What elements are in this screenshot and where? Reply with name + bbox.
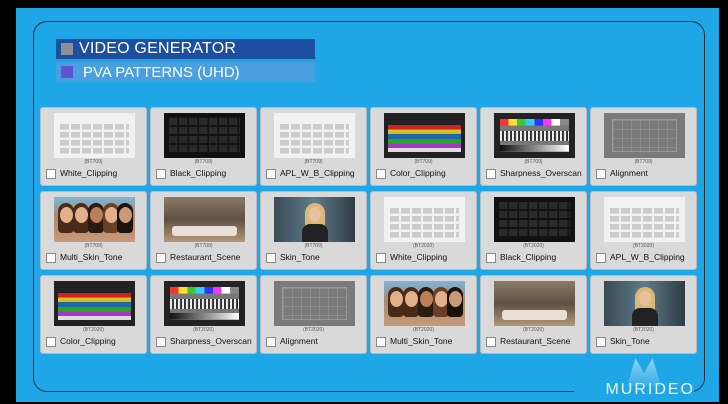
pattern-tile[interactable]: (BT709) Color_Clipping xyxy=(370,107,477,186)
pattern-thumbnail[interactable] xyxy=(164,281,245,326)
pattern-checkbox[interactable] xyxy=(596,169,606,179)
pattern-checkbox[interactable] xyxy=(46,253,56,263)
pattern-label: Multi_Skin_Tone xyxy=(60,252,123,262)
color-standard-label: (BT709) xyxy=(304,243,323,249)
pattern-thumbnail[interactable] xyxy=(494,113,575,158)
pattern-label: Multi_Skin_Tone xyxy=(390,336,453,346)
pattern-tile[interactable]: (BT2020) Sharpness_Overscan xyxy=(150,275,257,354)
pattern-thumbnail[interactable] xyxy=(494,281,575,326)
pattern-tile[interactable]: (BT2020) Restaurant_Scene xyxy=(480,275,587,354)
pattern-label: Skin_Tone xyxy=(280,252,320,262)
pattern-tile[interactable]: (BT2020) Alignment xyxy=(260,275,367,354)
header-subtitle-bar: PVA PATTERNS (UHD) xyxy=(56,62,315,82)
header-title-bar: VIDEO GENERATOR xyxy=(56,39,315,59)
color-standard-label: (BT709) xyxy=(84,159,103,165)
color-standard-label: (BT2020) xyxy=(523,243,544,249)
color-standard-label: (BT2020) xyxy=(83,327,104,333)
pattern-thumbnail[interactable] xyxy=(494,197,575,242)
pattern-tile[interactable]: (BT709) Sharpness_Overscan xyxy=(480,107,587,186)
pattern-thumbnail[interactable] xyxy=(384,281,465,326)
pattern-tile[interactable]: (BT2020) Color_Clipping xyxy=(40,275,147,354)
pattern-label: Alignment xyxy=(610,168,648,178)
color-standard-label: (BT709) xyxy=(414,159,433,165)
subtitle-square-icon xyxy=(61,66,73,78)
color-standard-label: (BT2020) xyxy=(413,327,434,333)
pattern-label: Sharpness_Overscan xyxy=(500,168,582,178)
pattern-thumbnail[interactable] xyxy=(54,197,135,242)
pattern-tile[interactable]: (BT709) Black_Clipping xyxy=(150,107,257,186)
pattern-thumbnail[interactable] xyxy=(384,113,465,158)
pattern-checkbox[interactable] xyxy=(156,169,166,179)
pattern-label: Color_Clipping xyxy=(60,336,116,346)
pattern-label: Black_Clipping xyxy=(500,252,557,262)
pattern-thumbnail[interactable] xyxy=(274,281,355,326)
color-standard-label: (BT2020) xyxy=(193,327,214,333)
pattern-checkbox[interactable] xyxy=(486,169,496,179)
pattern-tile[interactable]: (BT709) Skin_Tone xyxy=(260,191,367,270)
pattern-checkbox[interactable] xyxy=(486,337,496,347)
pattern-thumbnail[interactable] xyxy=(384,197,465,242)
pattern-checkbox[interactable] xyxy=(376,253,386,263)
color-standard-label: (BT2020) xyxy=(633,327,654,333)
pattern-grid: (BT709) White_Clipping (BT709) Black_Clippi… xyxy=(40,107,700,354)
pattern-tile[interactable]: (BT709) White_Clipping xyxy=(40,107,147,186)
pattern-checkbox[interactable] xyxy=(46,337,56,347)
pattern-checkbox[interactable] xyxy=(266,253,276,263)
pattern-label: White_Clipping xyxy=(390,252,448,262)
pattern-checkbox[interactable] xyxy=(266,169,276,179)
pattern-thumbnail[interactable] xyxy=(274,197,355,242)
pattern-tile[interactable]: (BT709) Alignment xyxy=(590,107,697,186)
color-standard-label: (BT2020) xyxy=(633,243,654,249)
color-standard-label: (BT2020) xyxy=(523,327,544,333)
pattern-thumbnail[interactable] xyxy=(54,113,135,158)
pattern-label: Color_Clipping xyxy=(390,168,446,178)
pattern-checkbox[interactable] xyxy=(156,337,166,347)
pattern-checkbox[interactable] xyxy=(376,337,386,347)
color-standard-label: (BT709) xyxy=(194,159,213,165)
pattern-tile[interactable]: (BT709) Multi_Skin_Tone xyxy=(40,191,147,270)
pattern-thumbnail[interactable] xyxy=(164,197,245,242)
pattern-tile[interactable]: (BT2020) Multi_Skin_Tone xyxy=(370,275,477,354)
pattern-label: APL_W_B_Clipping xyxy=(280,168,355,178)
pattern-label: Alignment xyxy=(280,336,318,346)
pattern-thumbnail[interactable] xyxy=(604,281,685,326)
pattern-label: Restaurant_Scene xyxy=(170,252,241,262)
pattern-tile[interactable]: (BT2020) APL_W_B_Clipping xyxy=(590,191,697,270)
pattern-label: Skin_Tone xyxy=(610,336,650,346)
pattern-label: Black_Clipping xyxy=(170,168,227,178)
color-standard-label: (BT709) xyxy=(194,243,213,249)
pattern-tile[interactable]: (BT2020) Black_Clipping xyxy=(480,191,587,270)
pattern-label: Restaurant_Scene xyxy=(500,336,571,346)
page-subtitle: PVA PATTERNS (UHD) xyxy=(83,63,240,81)
pattern-thumbnail[interactable] xyxy=(604,113,685,158)
pattern-checkbox[interactable] xyxy=(596,337,606,347)
pattern-tile[interactable]: (BT2020) Skin_Tone xyxy=(590,275,697,354)
pattern-thumbnail[interactable] xyxy=(54,281,135,326)
pattern-thumbnail[interactable] xyxy=(274,113,355,158)
color-standard-label: (BT709) xyxy=(84,243,103,249)
pattern-checkbox[interactable] xyxy=(486,253,496,263)
pattern-thumbnail[interactable] xyxy=(164,113,245,158)
pattern-tile[interactable]: (BT709) APL_W_B_Clipping xyxy=(260,107,367,186)
pattern-checkbox[interactable] xyxy=(156,253,166,263)
brand-logo-text: MURIDEO xyxy=(605,381,695,398)
main-screen: VIDEO GENERATOR PVA PATTERNS (UHD) (BT70… xyxy=(16,8,719,402)
pattern-label: APL_W_B_Clipping xyxy=(610,252,685,262)
page-title: VIDEO GENERATOR xyxy=(79,40,237,57)
pattern-checkbox[interactable] xyxy=(266,337,276,347)
title-square-icon xyxy=(61,43,73,55)
pattern-checkbox[interactable] xyxy=(596,253,606,263)
pattern-tile[interactable]: (BT709) Restaurant_Scene xyxy=(150,191,257,270)
color-standard-label: (BT2020) xyxy=(303,327,324,333)
pattern-label: Sharpness_Overscan xyxy=(170,336,252,346)
pattern-checkbox[interactable] xyxy=(376,169,386,179)
color-standard-label: (BT709) xyxy=(304,159,323,165)
pattern-label: White_Clipping xyxy=(60,168,118,178)
pattern-checkbox[interactable] xyxy=(46,169,56,179)
color-standard-label: (BT709) xyxy=(524,159,543,165)
pattern-tile[interactable]: (BT2020) White_Clipping xyxy=(370,191,477,270)
color-standard-label: (BT709) xyxy=(634,159,653,165)
pattern-thumbnail[interactable] xyxy=(604,197,685,242)
color-standard-label: (BT2020) xyxy=(413,243,434,249)
